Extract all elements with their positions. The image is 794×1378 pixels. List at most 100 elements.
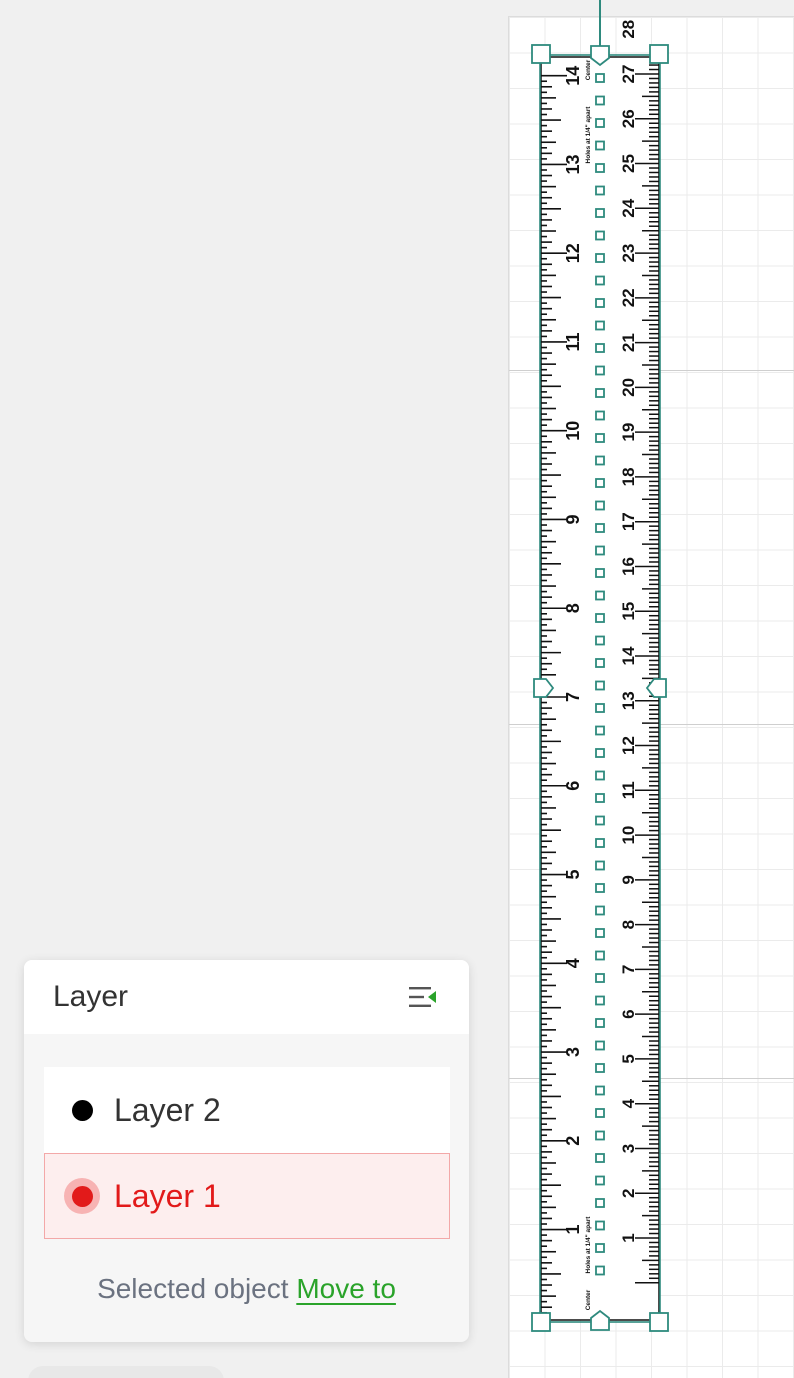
ruler-hole	[595, 613, 605, 623]
ruler-hole	[595, 995, 605, 1006]
ruler-hole	[595, 1018, 605, 1028]
ruler-hole	[595, 905, 605, 916]
ruler-hole	[595, 140, 605, 151]
ruler-small-label: Holes at 1/4" apart	[585, 106, 592, 164]
move-to-link[interactable]: Move to	[296, 1273, 396, 1304]
ruler-hole	[595, 185, 605, 196]
cm-label: 7	[619, 965, 638, 974]
ruler-hole	[595, 1063, 605, 1073]
inch-label: 13	[563, 154, 583, 174]
ruler-hole	[595, 838, 605, 848]
ruler-hole	[595, 388, 605, 398]
ruler-hole	[595, 523, 605, 533]
cm-label: 18	[619, 467, 638, 486]
cm-label: 19	[619, 423, 638, 442]
ruler-hole	[595, 320, 605, 331]
ruler-hole	[595, 658, 605, 668]
inch-label: 6	[563, 781, 583, 791]
ruler-hole	[595, 1040, 605, 1051]
inch-label: 4	[563, 958, 583, 968]
ruler-hole	[595, 275, 605, 286]
cm-label: 6	[619, 1009, 638, 1018]
ruler-small-label: Center	[585, 1289, 592, 1310]
ruler-hole	[595, 1130, 605, 1141]
selected-object-text: Selected object	[97, 1273, 289, 1304]
ruler-hole	[595, 365, 605, 376]
ruler-small-label: Holes at 1/4" apart	[585, 1216, 592, 1274]
cm-label: 8	[619, 920, 638, 929]
cm-label: 5	[619, 1054, 638, 1063]
ruler-hole	[595, 635, 605, 646]
ruler-hole	[595, 748, 605, 758]
ruler-hole	[595, 230, 605, 241]
ruler-hole	[595, 973, 605, 983]
cm-label: 16	[619, 557, 638, 576]
cm-label: 11	[619, 781, 638, 799]
ruler-hole	[595, 433, 605, 443]
cm-label: 9	[619, 875, 638, 884]
cm-label: 17	[619, 512, 638, 531]
inch-label: 10	[563, 421, 583, 441]
layer-panel-footer: Selected object Move to	[24, 1273, 469, 1305]
inch-label: 12	[563, 243, 583, 263]
layer-color-indicator	[64, 1178, 100, 1214]
cm-label: 4	[619, 1098, 638, 1108]
cm-label: 13	[619, 691, 638, 710]
ruler-hole	[595, 950, 605, 961]
inch-label: 11	[563, 332, 583, 351]
bottom-toolbar-stub[interactable]	[28, 1366, 224, 1378]
layer-color-indicator	[70, 1092, 94, 1128]
layer-panel-title: Layer	[53, 980, 129, 1013]
ruler-small-label: Center	[585, 59, 592, 80]
inch-label: 9	[563, 514, 583, 524]
layer-item-layer-1[interactable]: Layer 1	[44, 1153, 450, 1239]
ruler-object[interactable]: 1413121110987654321282726252423222120191…	[520, 0, 680, 1340]
ruler-hole	[595, 770, 605, 781]
inch-label: 7	[563, 692, 583, 702]
cm-label: 25	[619, 154, 638, 173]
layer-list: Layer 2 Layer 1	[44, 1067, 450, 1239]
ruler-hole	[595, 860, 605, 871]
inch-label: 1	[563, 1225, 583, 1235]
ruler-hole	[595, 253, 605, 263]
ruler-hole	[595, 298, 605, 308]
resize-handle	[649, 44, 669, 64]
ruler-hole	[595, 455, 605, 466]
collapse-panel-icon[interactable]	[407, 981, 439, 1013]
cm-label: 24	[619, 198, 638, 217]
layer-name: Layer 1	[114, 1177, 221, 1214]
ruler-hole	[595, 95, 605, 106]
ruler-hole	[595, 680, 605, 691]
ruler-hole	[595, 500, 605, 511]
ruler-hole	[595, 163, 605, 173]
ruler-hole	[595, 478, 605, 488]
cm-label: 21	[619, 333, 638, 352]
cm-label: 14	[619, 646, 638, 665]
inch-label: 5	[563, 870, 583, 880]
cm-label: 27	[619, 65, 638, 84]
ruler-hole	[595, 568, 605, 578]
ruler-hole	[595, 590, 605, 601]
ruler-hole	[595, 703, 605, 713]
ruler-hole	[595, 1198, 605, 1208]
cm-label: 26	[619, 109, 638, 128]
ruler-hole	[595, 1153, 605, 1163]
ruler-hole	[595, 1085, 605, 1096]
cm-label: 10	[619, 826, 638, 845]
ruler-hole	[595, 1220, 605, 1231]
resize-handle	[531, 1312, 551, 1332]
ruler-hole	[595, 208, 605, 218]
ruler-hole	[595, 118, 605, 128]
ruler-hole	[595, 1108, 605, 1118]
inch-label: 3	[563, 1047, 583, 1057]
ruler-hole	[595, 73, 605, 83]
cm-label: 28	[619, 20, 638, 39]
inch-label: 8	[563, 603, 583, 613]
layer-item-layer-2[interactable]: Layer 2	[44, 1067, 450, 1153]
ruler-hole	[595, 343, 605, 353]
cm-label: 1	[619, 1233, 638, 1242]
ruler-hole	[595, 725, 605, 736]
inch-label: 14	[563, 66, 583, 86]
ruler-hole	[595, 1265, 605, 1276]
cm-label: 23	[619, 244, 638, 263]
